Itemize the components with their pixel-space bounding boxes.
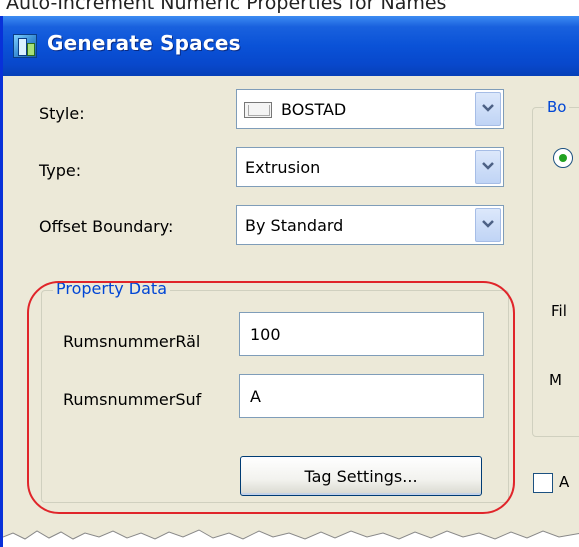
fill-label: Fil <box>551 302 567 320</box>
top-caption: Auto-Increment Numeric Properties for Na… <box>6 0 447 14</box>
style-dropdown-button[interactable] <box>475 92 501 126</box>
dialog-title: Generate Spaces <box>47 31 241 55</box>
style-label-text: Style: <box>39 104 85 123</box>
type-value: Extrusion <box>245 158 321 177</box>
type-dropdown-button[interactable] <box>475 150 501 184</box>
style-dropdown[interactable]: BOSTAD <box>236 89 504 129</box>
type-dropdown[interactable]: Extrusion <box>236 147 504 187</box>
title-bar[interactable]: Generate Spaces <box>3 16 579 76</box>
offset-boundary-label: Offset Boundary: <box>39 217 174 236</box>
option-radio[interactable] <box>553 148 573 168</box>
type-label: Type: <box>39 161 82 180</box>
chevron-down-icon <box>482 162 494 170</box>
right-group-legend: Bo <box>544 98 570 116</box>
highlight-outline <box>27 281 515 514</box>
style-icon <box>244 102 272 118</box>
app-icon <box>13 34 37 58</box>
offset-boundary-value: By Standard <box>245 216 344 235</box>
style-label: Style: <box>39 104 85 123</box>
chevron-down-icon <box>482 220 494 228</box>
torn-edge <box>3 529 579 547</box>
chevron-down-icon <box>482 104 494 112</box>
offset-boundary-dropdown[interactable]: By Standard <box>236 205 504 245</box>
m-label: M <box>549 371 562 389</box>
generate-spaces-dialog: Generate Spaces Style: BOSTAD Type: Extr… <box>0 16 579 547</box>
checkbox-label: A <box>559 473 570 491</box>
option-checkbox[interactable] <box>533 473 553 493</box>
offset-boundary-dropdown-button[interactable] <box>475 208 501 242</box>
style-value: BOSTAD <box>281 100 347 119</box>
